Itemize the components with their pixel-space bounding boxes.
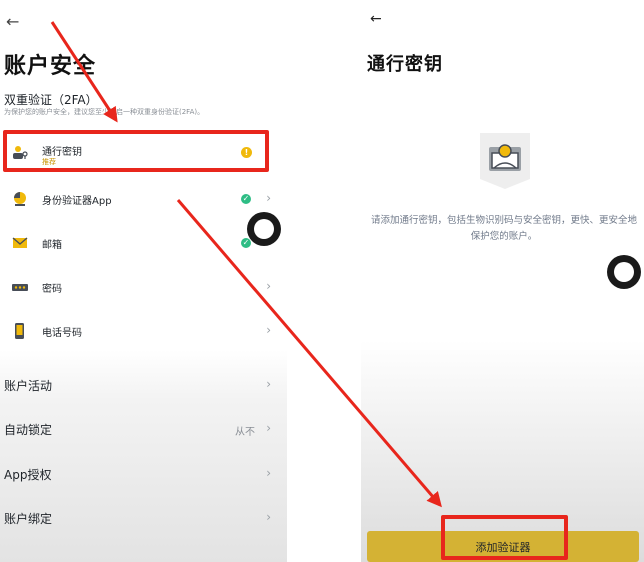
auto-lock-value: 从不 xyxy=(235,427,255,438)
touch-cursor-icon xyxy=(247,212,281,246)
method-row-authenticator[interactable]: 身份验证器App ✓ › xyxy=(0,184,287,214)
method-label: 邮箱 xyxy=(42,240,62,251)
chevron-right-icon: › xyxy=(266,279,271,293)
email-icon xyxy=(12,237,28,248)
passkey-description: 请添加通行密钥，包括生物识别码与安全密钥，更快、更安全地保护您的账户。 xyxy=(370,215,637,242)
method-row-email[interactable]: 邮箱 ✓ xyxy=(0,228,287,258)
back-arrow-icon[interactable]: ← xyxy=(6,14,19,30)
chevron-right-icon: › xyxy=(266,466,271,480)
chevron-right-icon: › xyxy=(266,377,271,391)
page-title: 账户安全 xyxy=(4,54,97,79)
phone-icon xyxy=(15,323,24,339)
settings-row-account-activity[interactable]: 账户活动 › xyxy=(0,370,287,400)
check-icon: ✓ xyxy=(241,238,251,248)
passkey-illustration-icon xyxy=(480,133,530,189)
twofa-section-title: 双重验证（2FA） xyxy=(4,93,98,107)
passkey-screen: ← 通行密钥 请添加通行密钥，包括生物识别码与安全密钥，更快、更安全地保护您的账… xyxy=(361,0,644,562)
check-icon: ✓ xyxy=(241,194,251,204)
back-arrow-icon[interactable]: ← xyxy=(370,12,382,26)
settings-label: App授权 xyxy=(4,468,52,482)
method-row-phone[interactable]: 电话号码 › xyxy=(0,316,287,346)
page-title: 通行密钥 xyxy=(367,54,443,75)
chevron-right-icon: › xyxy=(266,421,271,435)
settings-label: 账户活动 xyxy=(4,379,53,393)
method-row-password[interactable]: 密码 › xyxy=(0,272,287,302)
settings-label: 账户绑定 xyxy=(4,512,53,526)
chevron-right-icon: › xyxy=(266,323,271,337)
settings-label: 自动锁定 xyxy=(4,423,53,437)
touch-cursor-icon xyxy=(607,255,641,289)
settings-row-app-authorization[interactable]: App授权 › xyxy=(0,459,287,489)
twofa-section-note: 为保护您的账户安全，建议您至少开启一种双重身份验证(2FA)。 xyxy=(4,108,205,116)
authenticator-app-icon xyxy=(14,192,26,206)
method-label: 电话号码 xyxy=(42,328,82,339)
settings-row-auto-lock[interactable]: 自动锁定 从不 › xyxy=(0,414,287,444)
method-label: 身份验证器App xyxy=(42,196,112,207)
highlight-box-add-button xyxy=(441,515,568,560)
password-icon xyxy=(12,284,28,291)
settings-row-account-binding[interactable]: 账户绑定 › xyxy=(0,503,287,533)
method-label: 密码 xyxy=(42,284,62,295)
highlight-box-passkey xyxy=(3,130,269,172)
account-security-screen: ← 账户安全 双重验证（2FA） 为保护您的账户安全，建议您至少开启一种双重身份… xyxy=(0,0,287,562)
chevron-right-icon: › xyxy=(266,191,271,205)
chevron-right-icon: › xyxy=(266,510,271,524)
